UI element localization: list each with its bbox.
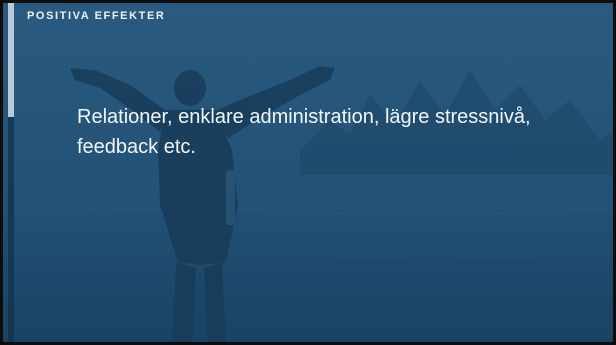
accent-bar [8,3,14,117]
background-photo [0,0,616,345]
accent-bar-lower [8,117,14,342]
body-text: Relationer, enklare administration, lägr… [77,106,531,158]
frame-left [0,0,3,345]
slide: POSITIVA EFFEKTER Relationer, enklare ad… [0,0,616,345]
section-label: POSITIVA EFFEKTER [27,10,166,22]
frame-top [0,0,616,3]
